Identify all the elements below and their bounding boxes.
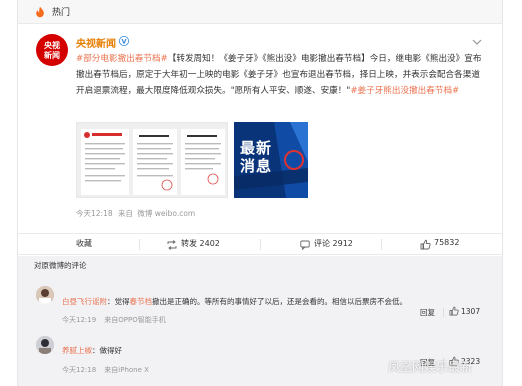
comment-time: 今天12:18	[62, 366, 97, 374]
hot-header: 热门	[18, 0, 502, 24]
comments-title: 对原微博的评论	[34, 261, 87, 270]
topic-link-1[interactable]: #部分电影撤出春节档#	[76, 54, 168, 64]
account-name[interactable]: 央视新闻	[76, 35, 116, 50]
document-thumbnail-icon	[77, 123, 227, 197]
weibo-screen: 热门 央视 新闻 央视新闻 V #部分电影撤出春节档#【转发周知！《姜子牙》《熊…	[0, 0, 522, 386]
comment-source: 来自iPhone X	[104, 366, 149, 374]
flame-icon	[36, 6, 44, 18]
divider	[381, 239, 382, 250]
comment-username[interactable]: 养腻上椒	[62, 346, 92, 355]
comment-text-before: ：觉得	[107, 297, 130, 306]
chevron-down-icon[interactable]	[472, 38, 482, 46]
repost-icon	[167, 240, 177, 250]
post-text: #部分电影撤出春节档#【转发周知！《姜子牙》《熊出没》电影撤出春节档】今日，继电…	[76, 51, 488, 99]
comment-body: 养腻上椒：做得好	[62, 338, 122, 357]
comment-body: 白昼飞行谣附：觉得春节档撤出是正确的。等所有的事情好了以后，还是会看的。相信以后…	[62, 289, 492, 308]
divider	[260, 239, 261, 250]
topic-link-2[interactable]: #姜子牙熊出没撤出春节档#	[350, 86, 459, 96]
post-meta: 今天12:18 来自 微博 weibo.com	[76, 208, 195, 219]
like-count[interactable]: 75832	[434, 238, 459, 247]
avatar-text-top: 央视	[44, 41, 60, 50]
watermark: 凤凰网娱乐最新	[388, 360, 473, 374]
avatar-text-bottom: 新闻	[44, 51, 60, 60]
comment-meta: 今天12:18 来自iPhone X	[62, 357, 149, 376]
comment-meta: 今天12:19 来自OPPO智能手机	[62, 307, 166, 326]
post-source-prefix: 来自	[118, 209, 134, 218]
comment-username[interactable]: 白昼飞行谣附	[62, 297, 107, 306]
comment-source: 来自OPPO智能手机	[104, 316, 166, 324]
comment-text: ：做得好	[92, 346, 122, 355]
post-time[interactable]: 今天12:18	[76, 209, 113, 218]
post-image-breaking-news[interactable]: 最新 消息	[234, 122, 308, 198]
news-title-line-1: 最新	[240, 139, 273, 157]
svg-text:V: V	[121, 37, 126, 45]
divider	[139, 239, 140, 250]
repost-button[interactable]: 转发 2402	[181, 238, 220, 249]
comment-avatar[interactable]	[36, 286, 54, 304]
thumbs-up-icon	[449, 306, 459, 316]
post-image-document[interactable]	[76, 122, 228, 198]
comment-button[interactable]: 评论 2912	[314, 238, 353, 249]
comment-text-after: 撤出是正确的。等所有的事情好了以后，还是会看的。相信以后票房不会低。	[152, 297, 407, 306]
news-title-line-2: 消息	[240, 157, 273, 175]
hot-label: 热门	[52, 8, 71, 18]
user-avatar-icon	[36, 286, 54, 304]
post-action-bar: 收藏 转发 2402 评论 2912 75832	[18, 233, 502, 255]
comment-icon	[300, 240, 310, 250]
verified-badge-icon: V	[119, 36, 129, 46]
comment-avatar[interactable]	[36, 336, 54, 354]
comment-like-count[interactable]: 1307	[461, 307, 480, 316]
comment-time: 今天12:19	[62, 316, 97, 324]
account-avatar[interactable]: 央视 新闻	[36, 34, 68, 66]
thumbs-up-icon	[420, 239, 431, 250]
user-avatar-icon	[36, 336, 54, 354]
post-source[interactable]: 微博 weibo.com	[137, 209, 195, 218]
divider	[443, 308, 444, 317]
reply-button[interactable]: 回复	[420, 307, 435, 318]
comment-topic-link[interactable]: 春节档	[130, 297, 153, 306]
favorite-button[interactable]: 收藏	[76, 238, 92, 249]
